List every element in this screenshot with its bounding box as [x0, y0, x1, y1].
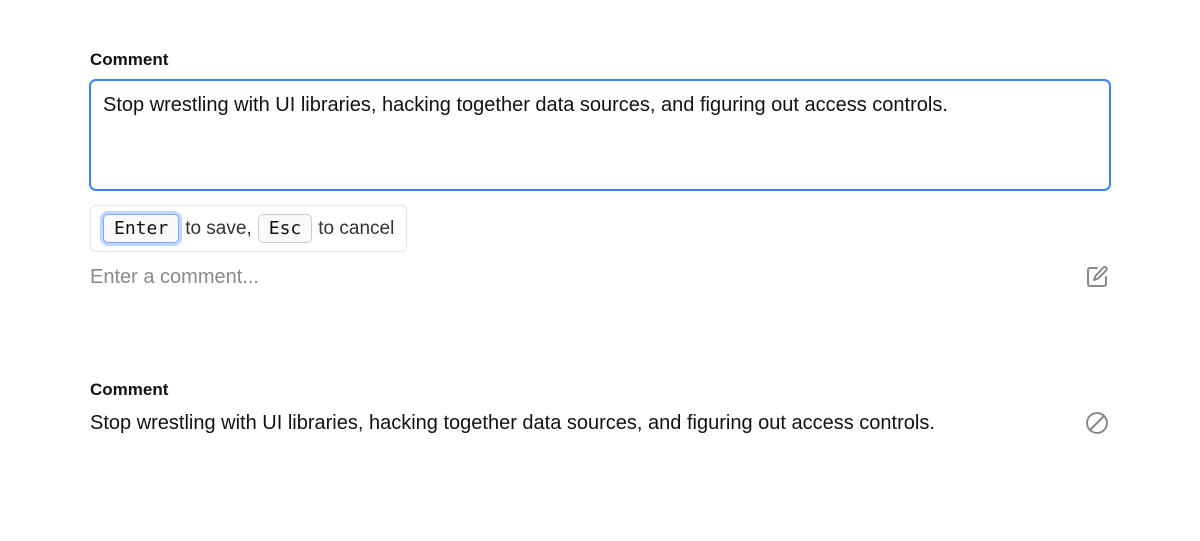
readonly-comment-field: Comment Stop wrestling with UI libraries…	[90, 380, 1110, 436]
cancel-hint-text: to cancel	[318, 218, 394, 240]
esc-key-hint: Esc	[258, 214, 313, 243]
enter-key-hint: Enter	[103, 214, 179, 243]
comment-textarea[interactable]	[90, 80, 1110, 190]
comment-label-readonly: Comment	[90, 380, 1110, 400]
editable-comment-field: Comment Enter to save, Esc to cancel Ent…	[90, 50, 1110, 290]
save-hint-text: to save,	[185, 218, 252, 240]
keyboard-hint-bar: Enter to save, Esc to cancel	[90, 205, 407, 252]
blocked-icon	[1084, 410, 1110, 436]
below-editor-row: Enter a comment...	[90, 264, 1110, 290]
edit-icon[interactable]	[1084, 264, 1110, 290]
comment-placeholder: Enter a comment...	[90, 266, 259, 289]
comment-label: Comment	[90, 50, 1110, 70]
readonly-row: Stop wrestling with UI libraries, hackin…	[90, 410, 1110, 436]
readonly-comment-text: Stop wrestling with UI libraries, hackin…	[90, 412, 935, 435]
